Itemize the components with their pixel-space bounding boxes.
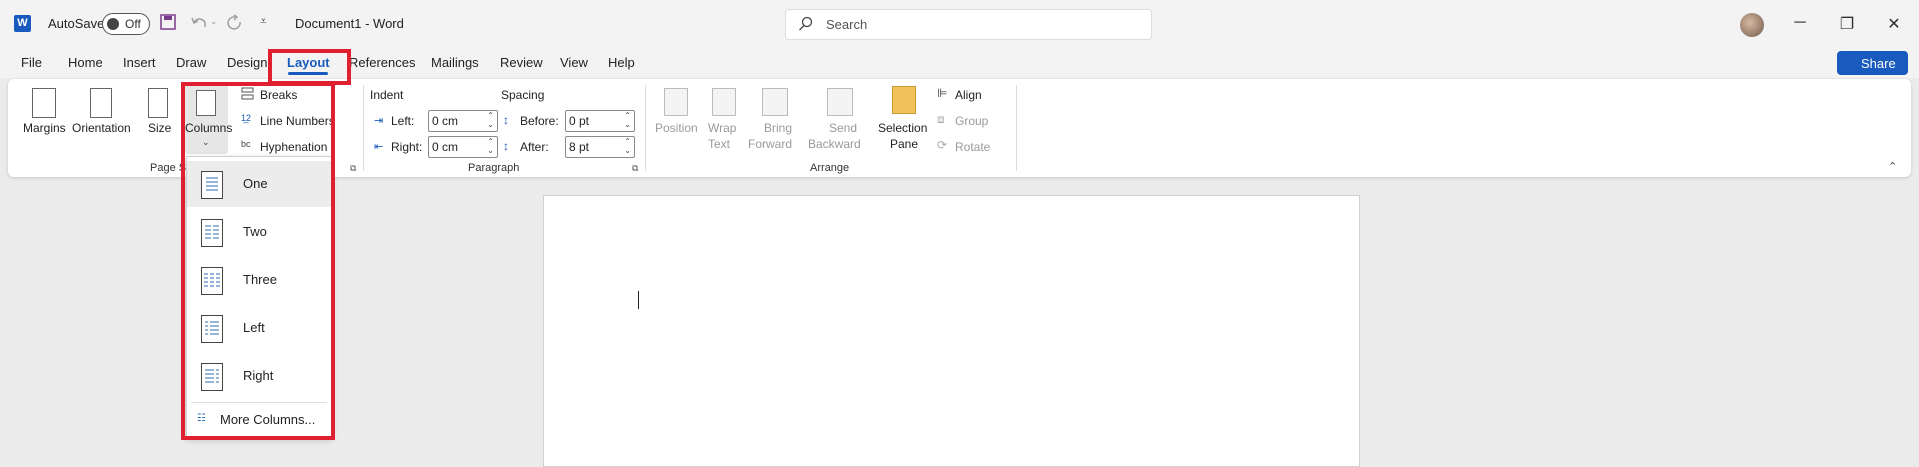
indent-right-label: Right: [391,140,423,154]
text-cursor [638,291,639,309]
spacing-before-icon: ↕ [503,113,509,127]
group-separator [363,85,364,171]
autosave-label: AutoSave [48,16,105,31]
share-button[interactable]: Share [1837,51,1908,75]
group-button[interactable]: Group [955,114,988,128]
indent-left-label: Left: [391,114,415,128]
spacing-after-input[interactable]: 8 pt ⌃ ⌄ [565,136,635,158]
indent-right-value: 0 cm [432,140,459,154]
spacing-label: Spacing [501,88,545,102]
spacing-after-value: 8 pt [569,140,590,154]
toggle-knob [107,18,119,30]
collapse-ribbon-icon[interactable]: ⌃ [1888,160,1897,173]
indent-left-value: 0 cm [432,114,459,128]
spacing-after-label: After: [520,140,549,154]
rotate-icon: ⟳ [937,138,948,152]
layout-tab-highlight [268,49,351,85]
search-box[interactable]: Search [785,9,1152,40]
position-icon [664,88,688,116]
tab-home[interactable]: Home [68,55,103,70]
customize-toolbar-icon[interactable]: ⩡ [260,14,267,29]
title-bar: W AutoSave Off ⌄ ⩡ Document1 - Word Sear… [0,0,1919,48]
tab-mailings[interactable]: Mailings [431,55,479,70]
spacing-after-icon: ↕ [503,139,509,153]
share-label: Share [1861,56,1896,71]
group-separator [645,85,646,171]
margins-icon [32,88,56,118]
close-button[interactable]: ✕ [1884,14,1904,34]
orientation-button[interactable]: Orientation [72,121,131,135]
bring-forward-button[interactable]: Bring [764,121,792,135]
tab-review[interactable]: Review [500,55,543,70]
selection-pane-label-2: Pane [890,137,919,151]
selection-pane-icon [892,86,916,114]
tab-insert[interactable]: Insert [123,55,156,70]
align-button[interactable]: Align [955,88,982,102]
tab-design[interactable]: Design [227,55,267,70]
position-button[interactable]: Position [655,121,698,135]
spinner-icon: ⌃ ⌄ [624,137,631,155]
tab-draw[interactable]: Draw [176,55,206,70]
autosave-state: Off [125,17,141,31]
undo-icon[interactable] [190,14,208,30]
indent-right-input[interactable]: 0 cm ⌃ ⌄ [428,136,498,158]
user-avatar[interactable] [1740,13,1764,37]
paragraph-launcher-icon[interactable]: ⧉ [632,163,638,174]
margins-button[interactable]: Margins [23,121,66,135]
wrap-text-label-2: Text [708,137,731,151]
arrange-group-label: Arrange [810,162,850,174]
paragraph-group-label: Paragraph [468,162,520,174]
spinner-icon: ⌃ ⌄ [624,111,631,129]
word-logo-icon: W [14,15,31,32]
spacing-before-label: Before: [520,114,559,128]
send-backward-icon [827,88,853,116]
wrap-text-button[interactable]: Wrap [708,121,736,135]
group-icon: ⧈ [937,112,945,126]
indent-label: Indent [370,88,404,102]
restore-button[interactable]: ❐ [1837,14,1857,34]
page-setup-launcher-icon[interactable]: ⧉ [350,163,356,174]
tab-help[interactable]: Help [608,55,635,70]
size-button[interactable]: Size [148,121,171,135]
tab-references[interactable]: References [349,55,415,70]
undo-dropdown-icon[interactable]: ⌄ [210,16,218,27]
document-title: Document1 - Word [295,16,404,31]
indent-left-input[interactable]: 0 cm ⌃ ⌄ [428,110,498,132]
rotate-button[interactable]: Rotate [955,140,990,154]
size-icon [148,88,168,118]
indent-right-icon: ⇤ [374,141,384,153]
columns-menu-highlight [181,82,335,440]
autosave-toggle[interactable]: Off [102,13,150,35]
indent-left-icon: ⇥ [374,115,384,127]
send-backward-button[interactable]: Send [829,121,857,135]
spacing-before-input[interactable]: 0 pt ⌃ ⌄ [565,110,635,132]
bring-forward-label-2: Forward [748,137,793,151]
tab-view[interactable]: View [560,55,588,70]
redo-icon[interactable] [226,14,244,30]
spinner-icon: ⌃ ⌄ [487,137,494,155]
orientation-icon [90,88,112,118]
save-icon[interactable] [160,14,176,30]
document-page[interactable] [543,195,1360,467]
spacing-before-value: 0 pt [569,114,590,128]
send-backward-label-2: Backward [808,137,861,151]
wrap-text-icon [712,88,736,116]
bring-forward-icon [762,88,788,116]
selection-pane-button[interactable]: Selection [878,121,927,135]
search-placeholder: Search [826,17,868,32]
minimize-button[interactable]: ─ [1790,14,1810,32]
spinner-icon: ⌃ ⌄ [487,111,494,129]
group-separator [1016,85,1017,171]
search-icon [798,16,814,32]
align-icon: ⊫ [937,86,948,100]
tab-file[interactable]: File [21,55,42,70]
